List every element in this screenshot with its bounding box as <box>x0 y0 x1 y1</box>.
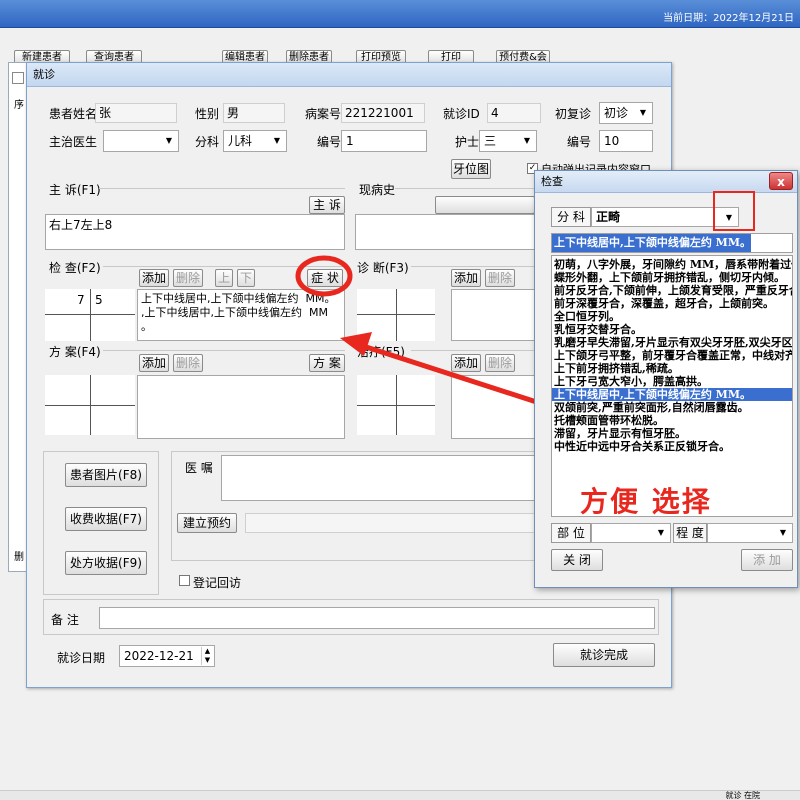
phrase-list-item[interactable]: 上下前牙拥挤错乱,稀疏。 <box>552 362 792 375</box>
popup-close-button[interactable]: 关 闭 <box>551 549 603 571</box>
phrase-list-item[interactable]: 乳恒牙交替牙合。 <box>552 323 792 336</box>
phrase-list-item[interactable]: 滞留，牙片显示有恒牙胚。 <box>552 427 792 440</box>
annotation-arrow-head <box>340 332 372 356</box>
symptom-highlight-circle <box>295 255 353 297</box>
phrase-list-item[interactable]: 上下颌牙弓平整，前牙覆牙合覆盖正常，中线对齐。 <box>552 349 792 362</box>
popup-add-button[interactable]: 添 加 <box>741 549 793 571</box>
annotation-arrow-line <box>359 342 553 410</box>
degree-select[interactable]: ▼ <box>707 523 793 543</box>
selected-text-field[interactable]: 上下中线居中,上下颌中线偏左约 MM。 <box>551 233 793 253</box>
category-label: 分 科 <box>551 207 591 227</box>
phrase-list-item[interactable]: 双颌前突,严重前突面形,自然闭唇露齿。 <box>552 401 792 414</box>
dropdown-highlight-box <box>713 191 755 231</box>
phrase-list-item[interactable]: 中性近中远中牙合关系正反锁牙合。 <box>552 440 792 453</box>
annotation-caption: 方便 选择 <box>580 485 712 518</box>
status-bar: 就诊 在院 <box>0 790 800 800</box>
position-select[interactable]: ▼ <box>591 523 671 543</box>
phrase-list-item[interactable]: 初萌，八字外展，牙间隙约 MM，唇系带附着过低。 <box>552 258 792 271</box>
phrase-list-item[interactable]: 全口恒牙列。 <box>552 310 792 323</box>
chevron-down-icon: ▼ <box>779 528 787 537</box>
phrase-list-item[interactable]: 蝶形外翻，上下颌前牙拥挤错乱，侧切牙内倾。 <box>552 271 792 284</box>
popup-title: 检查 <box>535 171 797 193</box>
exam-popup: 检查 x 分 科 正畸 ▼ 上下中线居中,上下颌中线偏左约 MM。 初萌，八字外展… <box>534 170 798 588</box>
phrase-list-item[interactable]: 上下中线居中,上下颌中线偏左约 MM。 <box>552 388 792 401</box>
selected-text-value: 上下中线居中,上下颌中线偏左约 MM。 <box>552 234 752 252</box>
phrase-list-item[interactable]: 托槽颊面管带环松脱。 <box>552 414 792 427</box>
phrase-list[interactable]: 初萌，八字外展，牙间隙约 MM，唇系带附着过低。 蝶形外翻，上下颌前牙拥挤错乱，侧… <box>551 255 793 517</box>
chevron-down-icon: ▼ <box>657 528 665 537</box>
degree-label: 程 度 <box>673 523 707 543</box>
phrase-list-item[interactable]: 前牙反牙合,下颌前伸，上颌发育受限，严重反牙合 <box>552 284 792 297</box>
phrase-list-item[interactable]: 前牙深覆牙合，深覆盖，超牙合，上颌前突。 <box>552 297 792 310</box>
phrase-list-item[interactable]: 乳磨牙早失滞留,牙片显示有双尖牙牙胚,双尖牙区无 <box>552 336 792 349</box>
position-label: 部 位 <box>551 523 591 543</box>
close-icon[interactable]: x <box>769 172 793 190</box>
phrase-list-item[interactable]: 上下牙弓宽大窄小，腭盖高拱。 <box>552 375 792 388</box>
